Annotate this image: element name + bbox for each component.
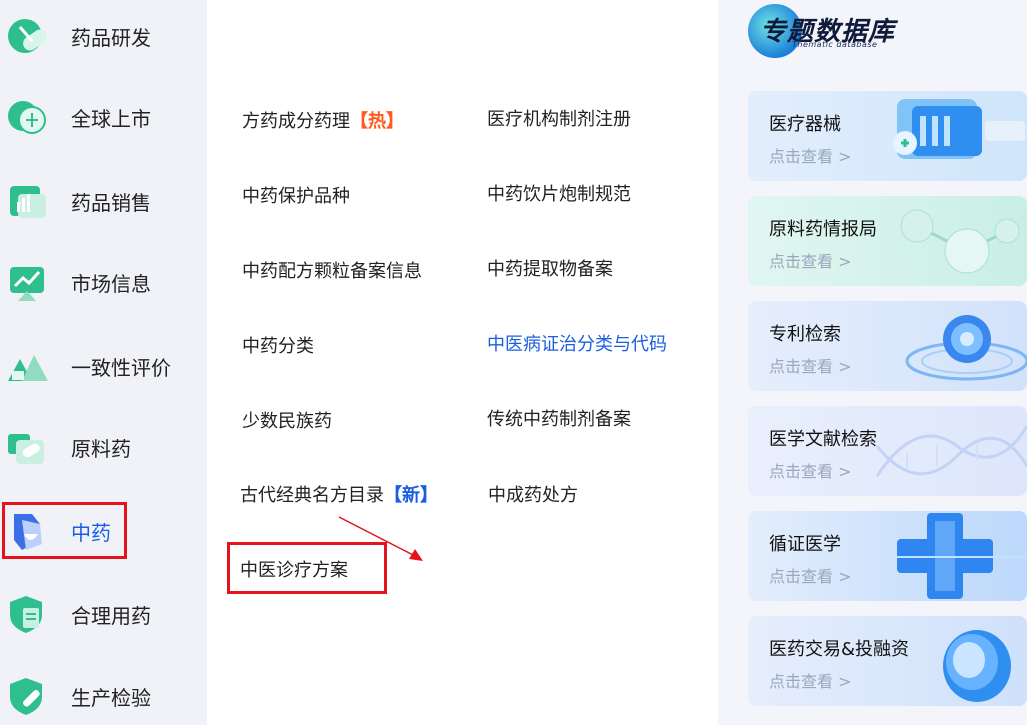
globe-icon: [8, 101, 46, 134]
coin-illustration: [943, 630, 1011, 702]
sidebar-item-drug-rd[interactable]: 药品研发: [0, 6, 207, 66]
card-view-link[interactable]: 点击查看 >: [769, 248, 852, 272]
sidebar-item-label: 市场信息: [71, 271, 151, 296]
sidebar-item-api[interactable]: 原料药: [0, 417, 207, 477]
page: 药品研发 全球上市 药品销售 市场信息 一致性评价 原料药 中药 合理用药 生产…: [0, 0, 1027, 725]
link-disease-syndrome-codes[interactable]: 中医病证治分类与代码: [487, 330, 667, 356]
pill-icon: [8, 19, 47, 53]
link-protected-varieties[interactable]: 中药保护品种: [242, 182, 350, 208]
link-institution-preparations[interactable]: 医疗机构制剂注册: [487, 105, 631, 131]
highlight-box-tcm: [2, 502, 127, 559]
link-decoction-standards[interactable]: 中药饮片炮制规范: [487, 180, 631, 206]
dna-illustration: [875, 425, 1027, 477]
card-title: 循证医学: [769, 534, 841, 555]
link-traditional-preparations[interactable]: 传统中药制剂备案: [487, 405, 631, 431]
card-title: 医药交易&投融资: [769, 639, 910, 660]
link-extract-filing[interactable]: 中药提取物备案: [487, 255, 613, 281]
link-formula-pharmacology[interactable]: 方药成分药理【热】: [242, 107, 404, 133]
patent-globe-illustration: [905, 315, 1027, 381]
link-classic-formulas[interactable]: 古代经典名方目录【新】: [240, 481, 438, 507]
card-view-link[interactable]: 点击查看 >: [769, 668, 852, 692]
card-view-link[interactable]: 点击查看 >: [769, 563, 852, 587]
molecule-illustration: [900, 209, 1020, 274]
sales-chart-icon: [10, 186, 46, 218]
sidebar-item-label: 全球上市: [71, 106, 151, 131]
card-medical-devices[interactable]: 医疗器械 点击查看 >: [748, 91, 1027, 181]
card-title: 医疗器械: [769, 114, 841, 135]
link-formula-granules[interactable]: 中药配方颗粒备案信息: [242, 257, 422, 283]
sidebar-item-rational-drug-use[interactable]: 合理用药: [0, 584, 207, 644]
sidebar-item-market-info[interactable]: 市场信息: [0, 252, 207, 312]
submenu-panel: 方药成分药理【热】 中药保护品种 中药配方颗粒备案信息 中药分类 少数民族药 古…: [207, 0, 718, 725]
sidebar-item-label: 药品研发: [71, 25, 151, 50]
market-trend-icon: [10, 267, 44, 301]
link-tcm-classification[interactable]: 中药分类: [242, 332, 314, 358]
card-view-link[interactable]: 点击查看 >: [769, 353, 852, 377]
medical-cross-illustration: [897, 513, 1027, 599]
shield-doc-icon: [10, 596, 42, 633]
medical-device-illustration: [893, 99, 1025, 159]
card-view-link[interactable]: 点击查看 >: [769, 143, 852, 167]
thematic-database-panel: 专题数据库 Thematic database 医疗器械 点击查看 > 原料药情…: [718, 0, 1027, 725]
card-evidence-medicine[interactable]: 循证医学 点击查看 >: [748, 511, 1027, 601]
card-patent-search[interactable]: 专利检索 点击查看 >: [748, 301, 1027, 391]
card-trade-investment[interactable]: 医药交易&投融资 点击查看 >: [748, 616, 1027, 706]
sidebar-item-label: 一致性评价: [71, 355, 171, 380]
mountain-icon: [8, 355, 48, 381]
sidebar-item-label: 生产检验: [71, 685, 151, 710]
sidebar: 药品研发 全球上市 药品销售 市场信息 一致性评价 原料药 中药 合理用药 生产…: [0, 0, 207, 725]
card-title: 专利检索: [769, 324, 841, 345]
database-header: 专题数据库 Thematic database: [748, 2, 894, 58]
shield-syringe-icon: [10, 678, 42, 715]
card-title: 医学文献检索: [769, 429, 877, 450]
annotation-arrow: [338, 516, 423, 561]
sidebar-item-label: 原料药: [71, 436, 131, 461]
link-patent-prescriptions[interactable]: 中成药处方: [488, 481, 578, 507]
sidebar-item-global-market[interactable]: 全球上市: [0, 87, 207, 147]
card-title: 原料药情报局: [769, 219, 877, 240]
link-ethnic-medicine[interactable]: 少数民族药: [242, 407, 332, 433]
database-subtitle: Thematic database: [792, 40, 878, 49]
capsule-icon: [8, 434, 44, 464]
sidebar-item-label: 药品销售: [71, 190, 151, 215]
sidebar-item-label: 合理用药: [71, 603, 151, 628]
card-view-link[interactable]: 点击查看 >: [769, 458, 852, 482]
new-tag: 【新】: [384, 485, 438, 506]
sidebar-item-consistency-eval[interactable]: 一致性评价: [0, 336, 207, 396]
card-literature-search[interactable]: 医学文献检索 点击查看 >: [748, 406, 1027, 496]
card-api-intelligence[interactable]: 原料药情报局 点击查看 >: [748, 196, 1027, 286]
hot-tag: 【热】: [350, 111, 404, 132]
sidebar-item-production-inspection[interactable]: 生产检验: [0, 666, 207, 725]
sidebar-item-drug-sales[interactable]: 药品销售: [0, 171, 207, 231]
